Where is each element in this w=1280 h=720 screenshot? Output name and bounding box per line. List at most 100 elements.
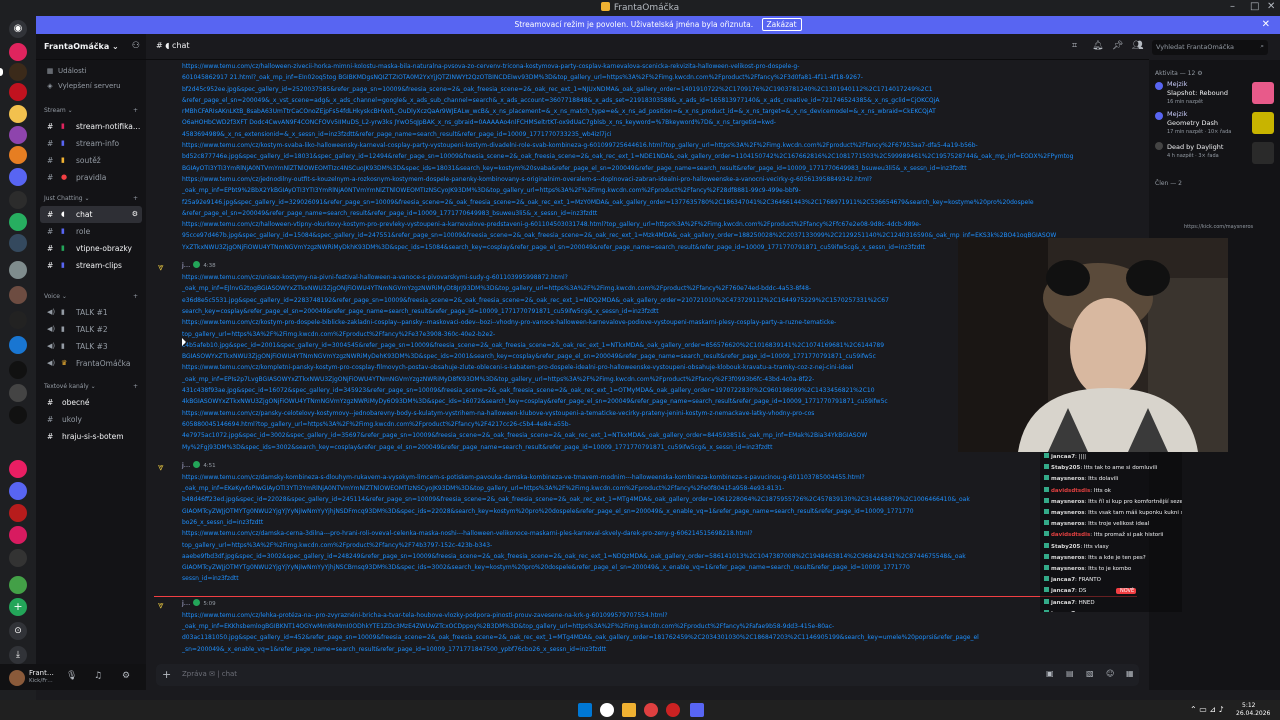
link-line[interactable]: https://www.temu.com/cz/halloween-vtipny… — [146, 219, 1149, 230]
link-line[interactable]: b48d46ff23ed.jpg&spec_id=22028&spec_gall… — [146, 494, 1149, 505]
link-line[interactable]: bo26_x_sessn_id=inz3fzdtt — [146, 517, 1149, 528]
emoji-icon[interactable]: ☺ — [1106, 669, 1114, 678]
channel-bot-play[interactable]: # hraju-si-s-botem — [40, 428, 142, 445]
link-line[interactable]: _oak_mp_inf=EKeKyvfoPIwGIAyOTI3YTI3YmRlN… — [146, 483, 1149, 494]
maximize-icon[interactable]: □ — [1250, 1, 1259, 12]
category-text[interactable]: Textové kanály ⌄ + — [36, 380, 146, 394]
link-line[interactable]: _sn=200049&_x_enable_vq=1&refer_page_nam… — [146, 644, 1149, 655]
activity-card[interactable]: Mejzik Slapshot: Rebound 16 min nazpět — [1155, 80, 1274, 110]
link-line[interactable]: f25a92e9146.jpg&spec_gallery_id=32902609… — [146, 197, 1149, 208]
channel-contest[interactable]: # ▮ soutěž — [40, 152, 142, 169]
server-icon[interactable] — [9, 191, 27, 209]
server-icon[interactable] — [9, 576, 27, 594]
server-icon[interactable] — [9, 213, 27, 231]
server-icon[interactable] — [9, 146, 27, 164]
server-icon[interactable] — [9, 384, 27, 402]
search-input[interactable]: Vyhledat FrantaOmáčka ⌕ — [1152, 40, 1268, 55]
server-icon[interactable] — [9, 43, 27, 61]
link-line[interactable]: bf2d45c952ee.jpg&spec_gallery_id=2520037… — [146, 84, 1149, 95]
link-line[interactable]: GIAOMTcyZWJjOTMYTg0NWU2YjgYjYyNjIwNmYyYj… — [146, 506, 1149, 517]
discord-home-icon[interactable]: ◉ — [9, 20, 27, 38]
download-icon[interactable]: ⤓ — [9, 646, 27, 664]
notification-bell-icon[interactable]: 🔔︎ — [1092, 41, 1103, 51]
channel-stream-notifications[interactable]: # ▮ stream-notifika… — [40, 118, 142, 135]
link-line[interactable]: https://www.temu.com/cz/lehka-protéza-na… — [146, 610, 1149, 621]
threads-icon[interactable]: ⌗ — [1072, 41, 1077, 51]
gift-icon[interactable]: ▣ — [1046, 669, 1054, 678]
server-icon[interactable] — [9, 234, 27, 252]
app-icon[interactable] — [666, 703, 680, 717]
author-name[interactable]: j… — [182, 261, 190, 269]
tray-icons[interactable]: ⌃ ▭ ⊿ ♪ — [1190, 705, 1224, 714]
channel-stream-clips[interactable]: # ▮ stream-clips — [40, 257, 142, 274]
link-line[interactable]: d03ac1181050.jpg&spec_gallery_id=452&ref… — [146, 632, 1149, 643]
add-attachment-icon[interactable]: + — [162, 668, 171, 681]
add-channel-icon[interactable]: + — [133, 380, 138, 394]
link-line[interactable]: https://www.temu.com/cz/jednodilny-outfi… — [146, 174, 1149, 185]
disable-streamer-mode-button[interactable]: Zakázat — [761, 18, 802, 31]
close-banner-icon[interactable]: ✕ — [1262, 16, 1270, 34]
category-just-chatting[interactable]: Just Chatting ⌄ + — [36, 192, 146, 206]
server-icon[interactable] — [9, 105, 27, 123]
activity-card[interactable]: Mejzik Geometry Dash 17 min nazpět · 10×… — [1155, 110, 1274, 140]
discord-icon[interactable] — [690, 703, 704, 717]
apps-icon[interactable]: ▦ — [1126, 669, 1134, 678]
start-icon[interactable] — [578, 703, 592, 717]
server-icon[interactable] — [9, 361, 27, 379]
author-name[interactable]: j… — [182, 461, 190, 469]
link-line[interactable]: GIAOMTcyZWJjOTMYTg0NWU2YjgYjYyNjIwNmYyYj… — [146, 562, 1149, 573]
author-name[interactable]: j… — [182, 599, 190, 607]
voice-channel-talk-1[interactable]: ◀) ▮ TALK #1 — [40, 304, 142, 321]
server-icon[interactable] — [9, 549, 27, 567]
link-line[interactable]: sessn_id=inz3fzdtt — [146, 573, 1149, 584]
message-composer[interactable]: + Zpráva ✉ | chat ▣ ▤ ▧ ☺ ▦ — [156, 664, 1139, 686]
server-icon[interactable] — [9, 63, 27, 81]
channel-general[interactable]: # obecné — [40, 394, 142, 411]
server-header[interactable]: FrantaOmáčka ⌄ ⚇ — [36, 34, 146, 60]
link-line[interactable]: bd52c877746e.jpg&spec_gallery_id=18031&s… — [146, 151, 1149, 162]
server-boost-link[interactable]: ◈ Vylepšení serveru — [36, 79, 146, 94]
gif-icon[interactable]: ▤ — [1066, 669, 1074, 678]
avatar[interactable]: ⩔ — [158, 462, 172, 476]
server-icon[interactable] — [9, 460, 27, 478]
server-icon[interactable] — [9, 504, 27, 522]
add-member-icon[interactable]: ⚇ — [132, 41, 140, 51]
sticker-icon[interactable]: ▧ — [1086, 669, 1094, 678]
file-explorer-icon[interactable] — [622, 703, 636, 717]
server-icon[interactable] — [9, 261, 27, 279]
link-line[interactable]: https://www.temu.com/cz/damsky-kombineza… — [146, 472, 1149, 483]
add-channel-icon[interactable]: + — [133, 104, 138, 118]
server-icon[interactable] — [9, 406, 27, 424]
link-line[interactable]: https://www.temu.com/cz/halloween-ziveci… — [146, 61, 1149, 72]
channel-rules[interactable]: # ● pravidla — [40, 169, 142, 186]
add-channel-icon[interactable]: + — [133, 290, 138, 304]
link-line[interactable]: _oak_mp_inf=EKKhsbemlogBGIBKNT14OGYwMmRk… — [146, 621, 1149, 632]
link-line[interactable]: O6aHOHbCWD2f3XFT Dodc4CwvAN9F4CONCFOVv5I… — [146, 117, 1149, 128]
server-icon[interactable] — [9, 286, 27, 304]
close-icon[interactable]: ✕ — [1267, 1, 1275, 12]
pin-icon[interactable]: 📌︎ — [1112, 41, 1123, 51]
chrome-icon[interactable] — [600, 703, 614, 717]
settings-gear-icon[interactable]: ⚙ — [122, 671, 130, 681]
settings-gear-icon[interactable]: ⚙ — [132, 206, 138, 223]
minimize-icon[interactable]: – — [1230, 1, 1235, 12]
link-line[interactable]: rMBhCFARIsAKnLKtB_8sabA63UmTtrCaCOnoZEjp… — [146, 106, 1149, 117]
microphone-icon[interactable]: 🎙︎ — [66, 671, 77, 681]
explore-icon[interactable]: ⊙ — [9, 622, 27, 640]
member-list-icon[interactable]: 👥︎ — [1132, 41, 1143, 51]
link-line[interactable]: &refer_page_el_sn=200049&refer_page_name… — [146, 208, 1149, 219]
server-icon[interactable] — [9, 311, 27, 329]
headphones-icon[interactable]: ♫ — [94, 671, 102, 681]
channel-funny-images[interactable]: # ▮ vtipne-obrazky — [40, 240, 142, 257]
link-line[interactable]: aaebe9fbd3df.jpg&spec_id=3002&spec_galle… — [146, 551, 1149, 562]
events-link[interactable]: ▦ Události — [36, 64, 146, 79]
message-input[interactable]: Zpráva ✉ | chat — [182, 670, 237, 678]
app-icon[interactable] — [644, 703, 658, 717]
link-line[interactable]: _oak_mp_inf=EPbt9%2BbX2YkBGIAyOTI3YTI3Ym… — [146, 185, 1149, 196]
category-stream[interactable]: Stream ⌄ + — [36, 104, 146, 118]
link-line[interactable]: 4583694989&_x_ns_extensionid=&_x_sessn_i… — [146, 129, 1149, 140]
server-icon[interactable] — [9, 168, 27, 186]
channel-tasks[interactable]: # ukoly — [40, 411, 142, 428]
avatar[interactable]: ⩔ — [158, 262, 172, 276]
add-server-icon[interactable]: + — [9, 598, 27, 616]
